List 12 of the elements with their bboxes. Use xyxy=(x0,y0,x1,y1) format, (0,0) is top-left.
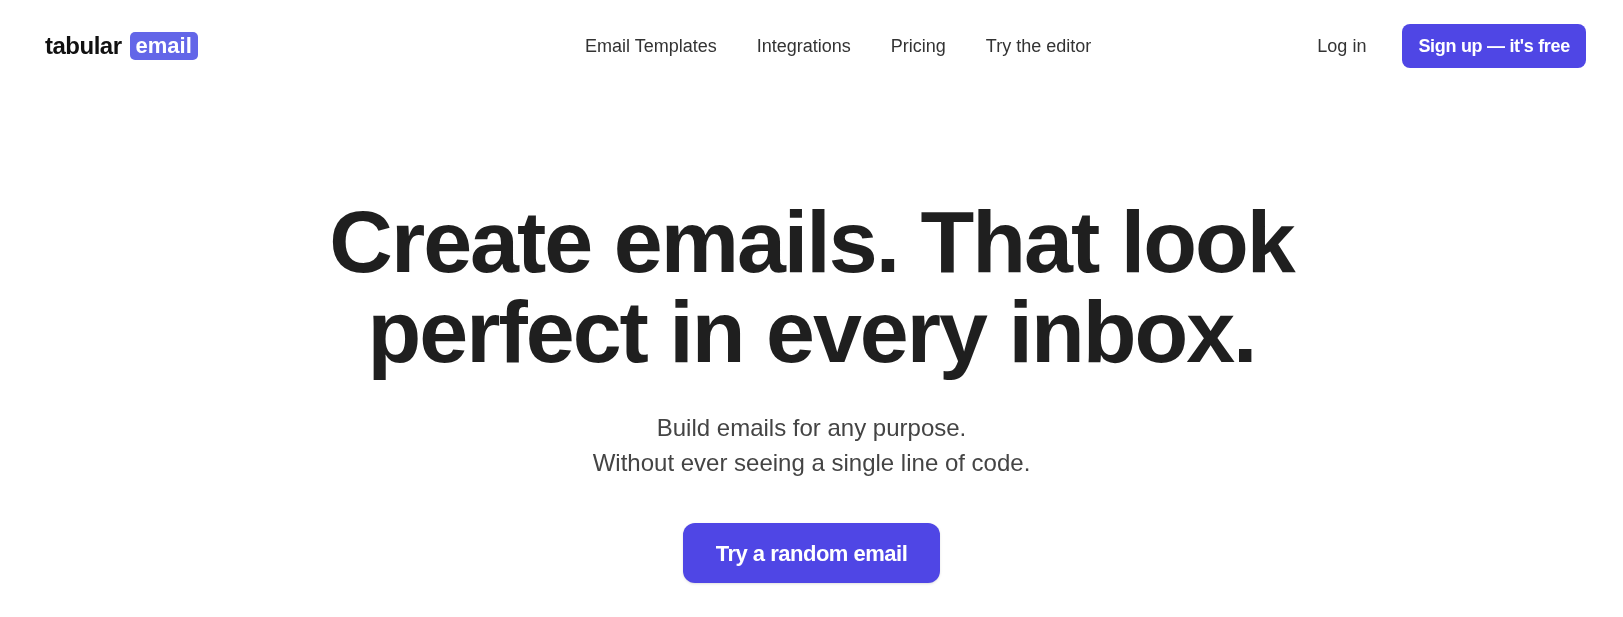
nav-link[interactable]: Pricing xyxy=(890,32,946,60)
signup-button[interactable]: Sign up — it's free xyxy=(1402,24,1586,68)
subtitle: Build emails for any purpose. xyxy=(656,413,967,443)
logo-wordmark[interactable]: tabular xyxy=(45,28,122,64)
logo-badge: email xyxy=(129,32,198,60)
subtitle: Without ever seeing a single line of code. xyxy=(592,448,1031,478)
login-link[interactable]: Log in xyxy=(1317,32,1367,60)
random-email-button[interactable]: Try a random email xyxy=(683,523,940,583)
headline: Create emails. That look xyxy=(329,197,1294,287)
nav-link[interactable]: Integrations xyxy=(756,32,851,60)
nav-link[interactable]: Email Templates xyxy=(585,32,717,60)
nav-link[interactable]: Try the editor xyxy=(985,32,1092,60)
